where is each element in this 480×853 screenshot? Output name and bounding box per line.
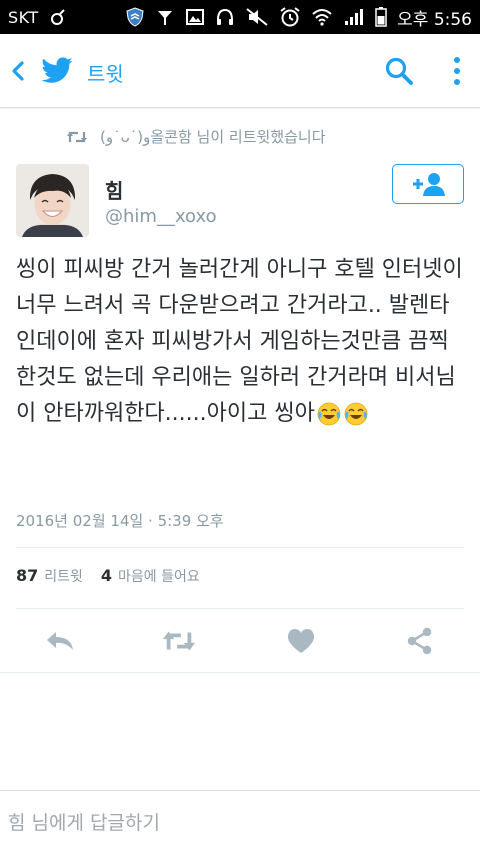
tweet-text: 씽이 피씨방 간거 놀러간게 아니구 호텔 인터넷이 너무 느려서 곡 다운받으… (16, 252, 468, 432)
retweet-icon (162, 631, 196, 651)
retweet-count[interactable]: 87 (16, 566, 38, 585)
alarm-icon (279, 6, 301, 28)
signal-icon (343, 6, 365, 28)
tweet-timestamp: 2016년 02월 14일 · 5:39 오후 (16, 512, 224, 530)
reply-bar (0, 790, 480, 853)
like-button[interactable] (284, 626, 318, 656)
search-icon (385, 57, 413, 85)
app-bar: 트윗 (0, 34, 480, 108)
like-count[interactable]: 4 (101, 566, 112, 585)
overflow-menu-button[interactable] (446, 54, 468, 88)
page-title: 트윗 (87, 62, 124, 86)
carrier-label: SKT (8, 7, 39, 27)
retweeted-by-text: (ﻭ˙ᴗ˙)ﻭ올콘함 님이 리트윗했습니다 (100, 128, 326, 146)
notification-icon (49, 6, 67, 28)
search-button[interactable] (382, 54, 416, 88)
twitter-bird-icon (41, 57, 73, 83)
retweet-button[interactable] (162, 626, 196, 656)
image-icon (185, 6, 205, 28)
emoji-row (317, 402, 371, 426)
antenna-icon (155, 6, 175, 28)
tweet-stats: 87 리트윗 4 마음에 들어요 (16, 566, 218, 586)
wifi-icon (311, 6, 333, 28)
share-button[interactable] (403, 626, 437, 656)
back-button[interactable] (6, 56, 30, 86)
author-name[interactable]: 힘 (105, 175, 123, 204)
heart-icon (287, 629, 315, 653)
battery-icon (375, 6, 387, 28)
clock: 오후 5:56 (397, 9, 472, 30)
chevron-left-icon (12, 61, 24, 81)
reply-input[interactable] (8, 807, 468, 839)
author-handle[interactable]: @him__xoxo (105, 206, 217, 227)
add-user-icon (413, 173, 445, 196)
status-bar: SKT 오후 5:56 (0, 0, 480, 34)
divider (16, 547, 464, 548)
headphones-icon (215, 6, 235, 28)
retweet-icon (66, 129, 88, 145)
divider (0, 672, 480, 673)
shield-icon (125, 6, 145, 28)
avatar[interactable] (16, 164, 89, 237)
share-icon (407, 627, 432, 655)
retweeted-by-notice[interactable]: (ﻭ˙ᴗ˙)ﻭ올콘함 님이 리트윗했습니다 (66, 126, 326, 147)
retweet-count-label[interactable]: 리트윗 (44, 566, 83, 586)
crying-laughing-face-icon (344, 402, 368, 426)
like-count-label[interactable]: 마음에 들어요 (118, 566, 200, 586)
tweet-actions (0, 620, 480, 664)
divider (16, 608, 464, 609)
follow-button[interactable] (392, 164, 464, 204)
reply-icon (47, 632, 73, 650)
mute-icon (245, 6, 269, 28)
crying-laughing-face-icon (317, 402, 341, 426)
tweet-body: 씽이 피씨방 간거 놀러간게 아니구 호텔 인터넷이 너무 느려서 곡 다운받으… (16, 257, 470, 426)
more-vertical-icon (454, 57, 460, 85)
reply-button[interactable] (43, 626, 77, 656)
